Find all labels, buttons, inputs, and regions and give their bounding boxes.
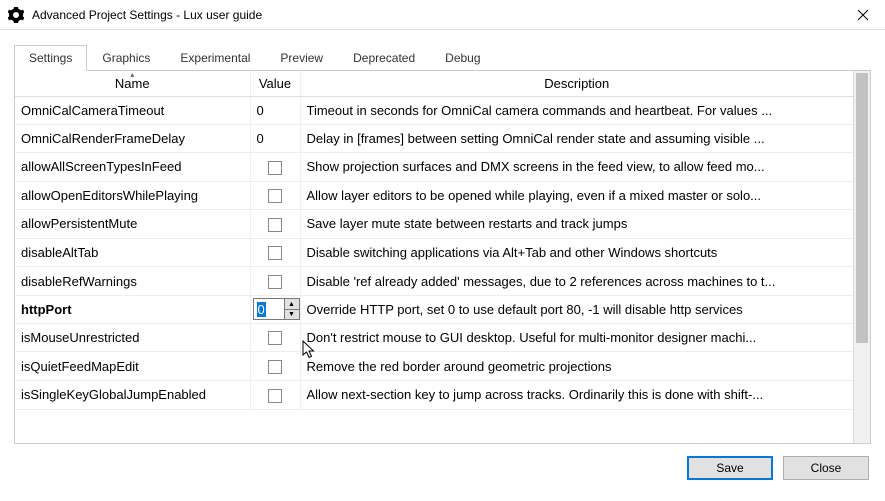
setting-value	[250, 352, 300, 381]
tab-settings[interactable]: Settings	[14, 45, 87, 71]
table-row[interactable]: isSingleKeyGlobalJumpEnabled Allow next-s…	[15, 380, 853, 409]
titlebar: Advanced Project Settings - Lux user gui…	[0, 0, 885, 30]
setting-name: disableRefWarnings	[15, 267, 250, 296]
checkbox[interactable]	[268, 161, 282, 175]
table-row[interactable]: isQuietFeedMapEdit Remove the red border …	[15, 352, 853, 381]
table-row[interactable]: OmniCalRenderFrameDelay0Delay in [frames…	[15, 125, 853, 153]
checkbox[interactable]	[268, 275, 282, 289]
checkbox[interactable]	[268, 246, 282, 260]
setting-name: allowPersistentMute	[15, 210, 250, 239]
spinner-down[interactable]: ▼	[285, 310, 299, 320]
setting-name: isSingleKeyGlobalJumpEnabled	[15, 380, 250, 409]
gear-icon	[8, 7, 24, 23]
setting-description: Disable switching applications via Alt+T…	[300, 238, 853, 267]
setting-value	[250, 238, 300, 267]
dialog-footer: Save Close	[0, 444, 885, 492]
setting-description: Allow next-section key to jump across tr…	[300, 380, 853, 409]
setting-value	[250, 380, 300, 409]
setting-description: Remove the red border around geometric p…	[300, 352, 853, 381]
table-row[interactable]: disableAltTab Disable switching applicati…	[15, 238, 853, 267]
setting-description: Don't restrict mouse to GUI desktop. Use…	[300, 323, 853, 352]
setting-name: allowAllScreenTypesInFeed	[15, 153, 250, 182]
setting-value	[250, 267, 300, 296]
close-icon[interactable]	[840, 0, 885, 30]
vertical-scrollbar[interactable]	[853, 71, 870, 443]
setting-description: Timeout in seconds for OmniCal camera co…	[300, 97, 853, 125]
window-title: Advanced Project Settings - Lux user gui…	[32, 8, 262, 22]
number-spinner[interactable]: 0▲▼	[253, 298, 300, 320]
table-row[interactable]: isMouseUnrestricted Don't restrict mouse …	[15, 323, 853, 352]
close-button[interactable]: Close	[783, 456, 869, 480]
setting-description: Disable 'ref already added' messages, du…	[300, 267, 853, 296]
setting-name: OmniCalRenderFrameDelay	[15, 125, 250, 153]
checkbox[interactable]	[268, 389, 282, 403]
table-row[interactable]: allowOpenEditorsWhilePlaying Allow layer …	[15, 181, 853, 210]
setting-description: Delay in [frames] between setting OmniCa…	[300, 125, 853, 153]
column-header-value[interactable]: Value	[250, 71, 300, 97]
setting-description: Save layer mute state between restarts a…	[300, 210, 853, 239]
table-row[interactable]: httpPort0▲▼Override HTTP port, set 0 to …	[15, 295, 853, 323]
column-header-name[interactable]: ▴Name	[15, 71, 250, 97]
setting-description: Override HTTP port, set 0 to use default…	[300, 295, 853, 323]
setting-value	[250, 210, 300, 239]
checkbox[interactable]	[268, 189, 282, 203]
spinner-up[interactable]: ▲	[285, 299, 299, 310]
table-row[interactable]: disableRefWarnings Disable 'ref already a…	[15, 267, 853, 296]
setting-name: isQuietFeedMapEdit	[15, 352, 250, 381]
setting-value	[250, 153, 300, 182]
tab-experimental[interactable]: Experimental	[165, 45, 265, 71]
setting-value	[250, 181, 300, 210]
column-header-description[interactable]: Description	[300, 71, 853, 97]
tab-debug[interactable]: Debug	[430, 45, 495, 71]
table-row[interactable]: allowPersistentMute Save layer mute state…	[15, 210, 853, 239]
checkbox[interactable]	[268, 218, 282, 232]
table-row[interactable]: OmniCalCameraTimeout0Timeout in seconds …	[15, 97, 853, 125]
checkbox[interactable]	[268, 360, 282, 374]
setting-value[interactable]: 0	[250, 97, 300, 125]
setting-name: httpPort	[15, 295, 250, 323]
setting-description: Allow layer editors to be opened while p…	[300, 181, 853, 210]
setting-name: disableAltTab	[15, 238, 250, 267]
setting-value[interactable]: 0	[250, 125, 300, 153]
scrollbar-thumb[interactable]	[856, 73, 868, 343]
save-button[interactable]: Save	[687, 456, 773, 480]
tab-preview[interactable]: Preview	[265, 45, 338, 71]
tab-bar: SettingsGraphicsExperimentalPreviewDepre…	[14, 44, 871, 71]
checkbox[interactable]	[268, 331, 282, 345]
table-row[interactable]: allowAllScreenTypesInFeed Show projection…	[15, 153, 853, 182]
setting-value	[250, 323, 300, 352]
setting-value: 0▲▼	[250, 295, 300, 323]
setting-name: allowOpenEditorsWhilePlaying	[15, 181, 250, 210]
setting-description: Show projection surfaces and DMX screens…	[300, 153, 853, 182]
tab-graphics[interactable]: Graphics	[87, 45, 165, 71]
tab-deprecated[interactable]: Deprecated	[338, 45, 430, 71]
setting-name: OmniCalCameraTimeout	[15, 97, 250, 125]
setting-name: isMouseUnrestricted	[15, 323, 250, 352]
